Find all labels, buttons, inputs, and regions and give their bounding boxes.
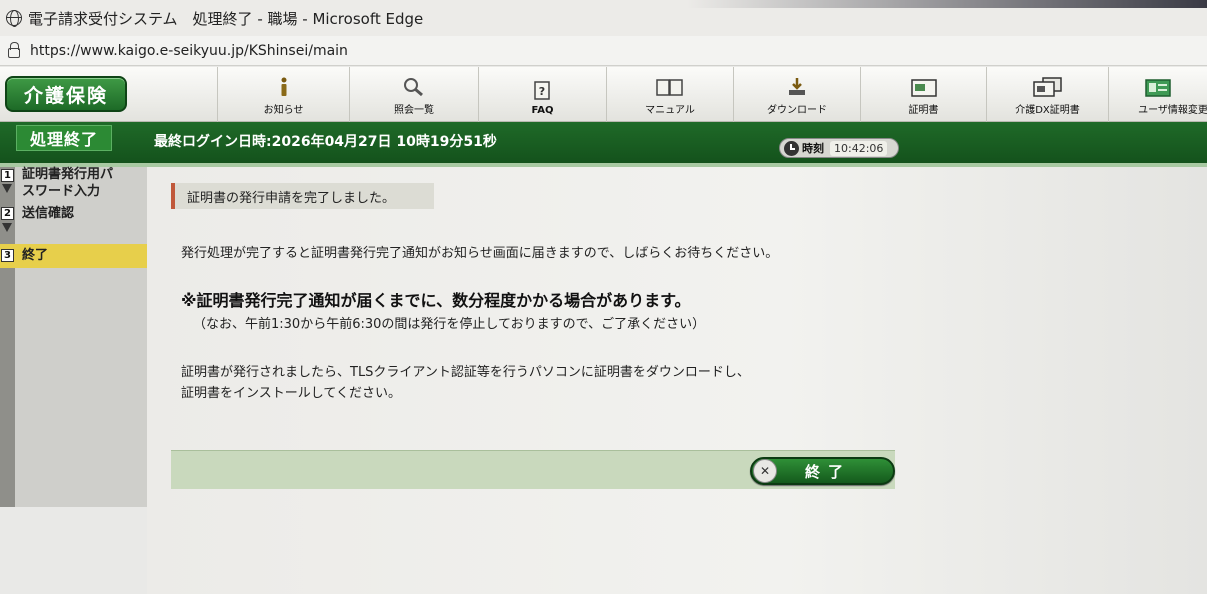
step-number: 1: [1, 169, 14, 182]
faq-icon: ?: [533, 79, 553, 101]
message-duration-warning: ※証明書発行完了通知が届くまでに、数分程度かかる場合があります。: [181, 291, 691, 310]
nav-dx-certificate[interactable]: 介護DX証明書: [986, 67, 1108, 122]
nav-certificate[interactable]: 証明書: [860, 67, 986, 122]
nav-notice[interactable]: お知らせ: [217, 67, 349, 122]
clock-time: 10:42:06: [830, 140, 888, 156]
step-number: 3: [1, 249, 14, 262]
completion-notice: 証明書の発行申請を完了しました。: [171, 183, 434, 209]
app-nav-bar: 介護保険 お知らせ 照会一覧 ? FAQ マニュアル ダウンロード 証明書 介護…: [0, 67, 1207, 122]
step-number: 2: [1, 207, 14, 220]
app-logo[interactable]: 介護保険: [5, 76, 127, 112]
info-icon: [278, 75, 290, 97]
message-install-line2: 証明書をインストールしてください。: [181, 386, 401, 401]
end-button[interactable]: ✕ 終了: [750, 457, 895, 485]
clock-label: 時刻: [802, 142, 824, 155]
close-icon: ✕: [753, 459, 777, 483]
step-sidebar: 1 証明書発行用パ スワード入力 2 送信確認 3 終了: [0, 167, 147, 507]
message-wait: 発行処理が完了すると証明書発行完了通知がお知らせ画面に届きますので、しばらくお待…: [181, 246, 779, 261]
nav-user-info[interactable]: ユーザ情報変更: [1108, 67, 1207, 122]
nav-inquiry-list[interactable]: 照会一覧: [349, 67, 478, 122]
search-icon: [403, 75, 425, 97]
globe-icon: [6, 10, 22, 27]
nav-download[interactable]: ダウンロード: [733, 67, 860, 122]
svg-text:?: ?: [538, 85, 544, 98]
down-arrow-icon: [2, 184, 12, 193]
status-bar: 処理終了 最終ログイン日時:2026年04月27日 10時19分51秒 時刻 1…: [0, 122, 1207, 167]
lock-icon: [8, 41, 20, 58]
nav-faq[interactable]: ? FAQ: [478, 67, 606, 122]
download-icon: [787, 75, 807, 97]
book-icon: [656, 75, 684, 97]
address-bar[interactable]: https://www.kaigo.e-seikyuu.jp/KShinsei/…: [0, 36, 1207, 66]
main-content: 証明書の発行申請を完了しました。 発行処理が完了すると証明書発行完了通知がお知ら…: [147, 167, 1207, 594]
dx-certificate-icon: [1032, 75, 1063, 97]
down-arrow-icon: [2, 223, 12, 232]
clock-display: 時刻 10:42:06: [779, 138, 899, 158]
certificate-icon: [910, 75, 937, 97]
window-title: 電子請求受付システム 処理終了 - 職場 - Microsoft Edge: [28, 9, 424, 28]
user-card-icon: [1145, 75, 1171, 97]
page-title: 処理終了: [16, 125, 112, 151]
message-install-line1: 証明書が発行されましたら、TLSクライアント認証等を行うパソコンに証明書をダウン…: [181, 365, 750, 380]
message-suspension-note: （なお、午前1:30から午前6:30の間は発行を停止しておりますので、ご了承くだ…: [193, 317, 706, 332]
clock-icon: [784, 140, 799, 156]
sidebar-step-password: 1 証明書発行用パ スワード入力: [0, 167, 147, 203]
nav-manual[interactable]: マニュアル: [606, 67, 733, 122]
sidebar-step-confirm: 2 送信確認: [0, 205, 147, 232]
url-text[interactable]: https://www.kaigo.e-seikyuu.jp/KShinsei/…: [30, 43, 348, 59]
sidebar-step-complete: 3 終了: [0, 244, 147, 268]
last-login-text: 最終ログイン日時:2026年04月27日 10時19分51秒: [154, 134, 497, 150]
